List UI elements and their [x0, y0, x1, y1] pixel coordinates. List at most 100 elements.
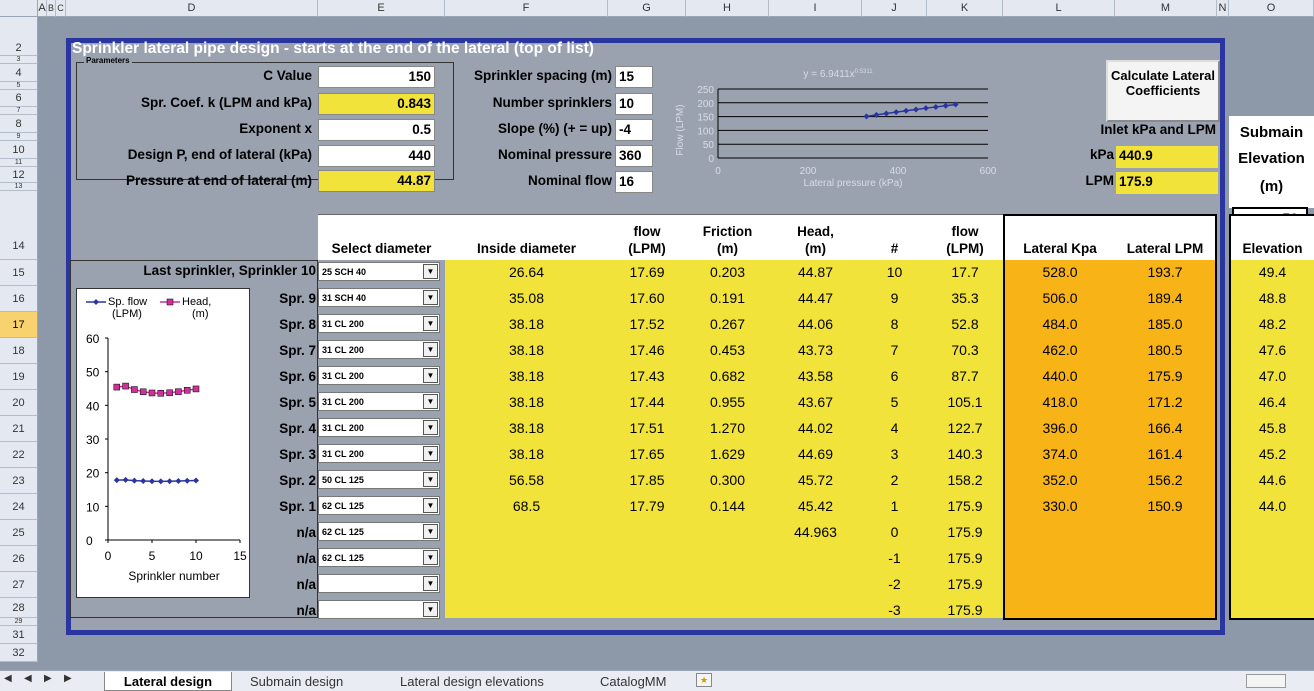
pipe-select-dropdown[interactable]: 25 SCH 40 ▼ — [318, 262, 440, 281]
design-p-input[interactable]: 440 — [318, 145, 435, 167]
row-header-31[interactable]: 31 — [0, 626, 38, 644]
chevron-down-icon[interactable]: ▼ — [423, 472, 438, 487]
pipe-select-dropdown[interactable]: ▼ — [318, 600, 440, 619]
pipe-select-dropdown[interactable]: 50 CL 125 ▼ — [318, 470, 440, 489]
row-header-9[interactable]: 9 — [0, 133, 38, 141]
row-header-4[interactable]: 4 — [0, 64, 38, 82]
row-header-2[interactable]: 2 — [0, 40, 38, 56]
chevron-down-icon[interactable]: ▼ — [423, 576, 438, 591]
row-header-28[interactable]: 28 — [0, 598, 38, 618]
row-header-6[interactable]: 6 — [0, 90, 38, 107]
chevron-down-icon[interactable]: ▼ — [423, 524, 438, 539]
pipe-select-dropdown[interactable]: 31 CL 200 ▼ — [318, 314, 440, 333]
tab-nav-last-icon[interactable]: ▶ — [64, 673, 72, 684]
tab-nav-first-icon[interactable]: ◀ — [4, 673, 12, 684]
row-header-11[interactable]: 11 — [0, 159, 38, 167]
pipe-select-dropdown[interactable]: 31 CL 200 ▼ — [318, 392, 440, 411]
col-header-g[interactable]: G — [608, 0, 686, 17]
col-header-j[interactable]: J — [862, 0, 927, 17]
row-header-7[interactable]: 7 — [0, 107, 38, 115]
row-header-12[interactable]: 12 — [0, 167, 38, 183]
row-header-21[interactable]: 21 — [0, 416, 38, 442]
pipe-select-dropdown[interactable]: 62 CL 125 ▼ — [318, 548, 440, 567]
pipe-select-dropdown[interactable]: ▼ — [318, 574, 440, 593]
slope-input[interactable]: -4 — [615, 119, 653, 141]
row-header-29[interactable]: 29 — [0, 618, 38, 626]
horizontal-scrollbar[interactable] — [1246, 674, 1286, 688]
pipe-select-dropdown[interactable]: 31 CL 200 ▼ — [318, 418, 440, 437]
row-header-22[interactable]: 22 — [0, 442, 38, 468]
chevron-down-icon[interactable]: ▼ — [423, 316, 438, 331]
coef-kpa-cell — [1005, 574, 1115, 595]
chevron-down-icon[interactable]: ▼ — [423, 420, 438, 435]
row-header-14[interactable]: 14 — [0, 191, 38, 260]
row-header-10[interactable]: 10 — [0, 141, 38, 159]
chevron-down-icon[interactable]: ▼ — [423, 446, 438, 461]
col-header-k[interactable]: K — [927, 0, 1003, 17]
coef-kpa-cell — [1005, 548, 1115, 569]
col-header-l[interactable]: L — [1003, 0, 1115, 17]
col-header-d[interactable]: D — [66, 0, 318, 17]
pipe-select-dropdown[interactable]: 31 CL 200 ▼ — [318, 444, 440, 463]
row-header-26[interactable]: 26 — [0, 546, 38, 572]
col-header-f[interactable]: F — [445, 0, 608, 17]
pipe-select-dropdown[interactable]: 62 CL 125 ▼ — [318, 496, 440, 515]
row-header-25[interactable]: 25 — [0, 520, 38, 546]
select-all-corner[interactable] — [0, 0, 38, 17]
row-header-27[interactable]: 27 — [0, 572, 38, 598]
pipe-select-dropdown[interactable]: 31 CL 200 ▼ — [318, 340, 440, 359]
insert-sheet-icon[interactable]: ★ — [696, 673, 712, 687]
row-header-5[interactable]: 5 — [0, 82, 38, 90]
num-sprinklers-input[interactable]: 10 — [615, 93, 653, 115]
spr-coef-input[interactable]: 0.843 — [318, 93, 435, 115]
tab-submain-design[interactable]: Submain design — [250, 672, 343, 691]
nominal-pressure-input[interactable]: 360 — [615, 145, 653, 167]
tab-catalogmm[interactable]: CatalogMM — [600, 672, 666, 691]
chevron-down-icon[interactable]: ▼ — [423, 342, 438, 357]
row-header-16[interactable]: 16 — [0, 286, 38, 312]
chevron-down-icon[interactable]: ▼ — [423, 264, 438, 279]
row-header-17[interactable]: 17 — [0, 312, 38, 338]
pipe-select-dropdown[interactable]: 62 CL 125 ▼ — [318, 522, 440, 541]
tab-lateral-design-elevations[interactable]: Lateral design elevations — [400, 672, 544, 691]
col-header-i[interactable]: I — [769, 0, 862, 17]
nominal-flow-input[interactable]: 16 — [615, 171, 653, 193]
left-chart-xtick: 10 — [189, 549, 203, 563]
flow-point — [184, 477, 191, 484]
tab-lateral-design[interactable]: Lateral design — [104, 672, 232, 691]
col-header-a[interactable]: A — [38, 0, 47, 17]
row-header-24[interactable]: 24 — [0, 494, 38, 520]
tab-nav-next-icon[interactable]: ▶ — [44, 673, 52, 684]
row-header-8[interactable]: 8 — [0, 115, 38, 133]
chevron-down-icon[interactable]: ▼ — [423, 368, 438, 383]
row-header-3[interactable]: 3 — [0, 56, 38, 64]
chevron-down-icon[interactable]: ▼ — [423, 498, 438, 513]
tab-nav-prev-icon[interactable]: ◀ — [24, 673, 32, 684]
col-header-e[interactable]: E — [318, 0, 445, 17]
pipe-select-dropdown[interactable]: 31 SCH 40 ▼ — [318, 288, 440, 307]
chevron-down-icon[interactable]: ▼ — [423, 394, 438, 409]
chevron-down-icon[interactable]: ▼ — [423, 602, 438, 617]
parameters-group-label: Parameters — [84, 56, 132, 65]
calculate-lateral-coefficients-button[interactable]: Calculate Lateral Coefficients — [1106, 60, 1220, 122]
col-header-c[interactable]: C — [56, 0, 66, 17]
row-header-15[interactable]: 15 — [0, 260, 38, 286]
col-header-b[interactable]: B — [47, 0, 56, 17]
row-header-18[interactable]: 18 — [0, 338, 38, 364]
col-header-n[interactable]: N — [1217, 0, 1229, 17]
col-header-m[interactable]: M — [1115, 0, 1217, 17]
exponent-input[interactable]: 0.5 — [318, 119, 435, 141]
col-header-h[interactable]: H — [686, 0, 769, 17]
coef-elev-cell: 45.2 — [1258, 446, 1287, 462]
chevron-down-icon[interactable]: ▼ — [423, 550, 438, 565]
row-header-19[interactable]: 19 — [0, 364, 38, 390]
pipe-select-dropdown[interactable]: 31 CL 200 ▼ — [318, 366, 440, 385]
chevron-down-icon[interactable]: ▼ — [423, 290, 438, 305]
row-header-13[interactable]: 13 — [0, 183, 38, 191]
col-header-o[interactable]: O — [1229, 0, 1314, 17]
spacing-input[interactable]: 15 — [615, 66, 653, 88]
row-header-32[interactable]: 32 — [0, 644, 38, 662]
row-header-23[interactable]: 23 — [0, 468, 38, 494]
c-value-input[interactable]: 150 — [318, 66, 435, 88]
row-header-20[interactable]: 20 — [0, 390, 38, 416]
